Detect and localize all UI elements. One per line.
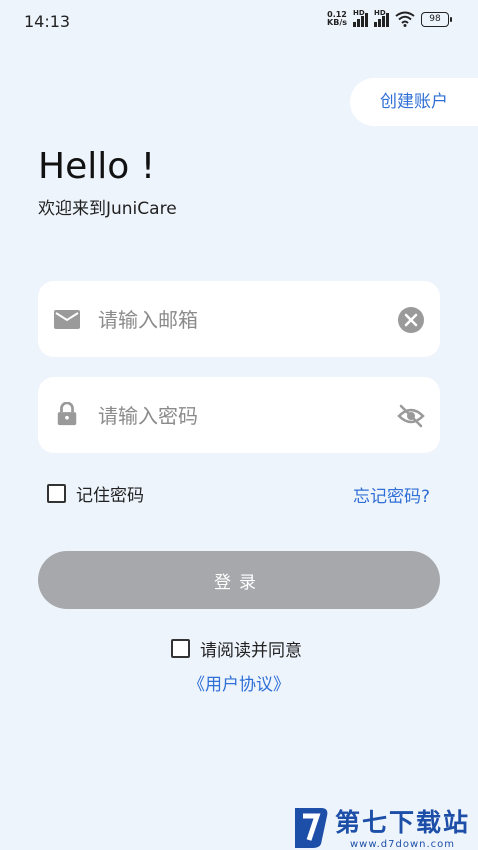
status-icons: 0.12 KB/s HD HD 98 [327,9,452,27]
email-field-container [38,281,440,357]
agree-label: 请阅读并同意 [200,641,302,661]
greeting-title: Hello ! [38,146,156,187]
password-field-container [38,377,440,453]
user-agreement-link[interactable]: 《用户协议》 [0,670,478,695]
wifi-icon [395,11,415,27]
battery-level: 98 [421,11,449,27]
remember-password[interactable]: 记住密码 [47,481,144,506]
status-time: 14:13 [24,12,71,31]
signal-hd-label: HD [374,9,386,17]
net-speed: 0.12 KB/s [327,11,347,27]
battery-icon: 98 [421,11,452,27]
watermark-logo-icon [294,807,328,848]
watermark-title: 第七下载站 [334,808,470,837]
remember-checkbox[interactable] [47,484,66,503]
create-account-button[interactable]: 创建账户 [350,78,478,126]
login-button[interactable]: 登录 [38,551,440,609]
eye-off-icon[interactable] [397,402,425,430]
agree-checkbox[interactable] [171,639,190,658]
email-input[interactable] [96,299,380,341]
mail-icon [54,310,80,329]
watermark-url: www.d7down.com [349,839,455,850]
net-speed-unit: KB/s [327,18,347,27]
lock-icon [57,402,77,426]
welcome-subtitle: 欢迎来到JuniCare [38,199,177,219]
watermark: 第七下载站 www.d7down.com [291,803,470,850]
remember-label: 记住密码 [76,486,144,506]
signal-hd-label: HD [353,9,365,17]
status-bar: 14:13 0.12 KB/s HD HD 98 [0,0,478,44]
signal-icon: HD [353,9,368,27]
agree-terms[interactable]: 请阅读并同意 [171,636,302,661]
forgot-password-link[interactable]: 忘记密码? [353,482,430,507]
password-input[interactable] [96,395,380,437]
clear-icon[interactable] [397,306,425,334]
signal-icon: HD [374,9,389,27]
